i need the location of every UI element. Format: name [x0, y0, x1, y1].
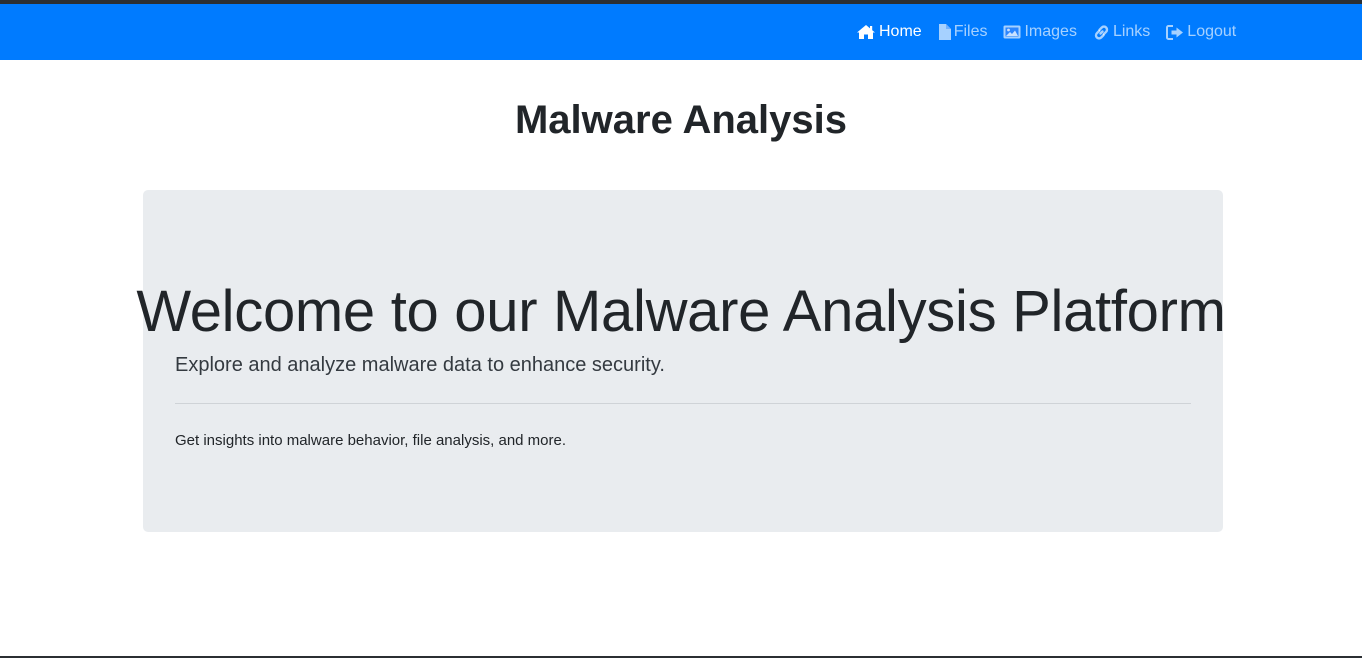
nav-item-files[interactable]: Files	[938, 23, 988, 41]
nav-item-links[interactable]: Links	[1093, 23, 1150, 41]
nav-menu: Home Files Images Links Logout	[856, 4, 1252, 60]
logout-icon	[1166, 24, 1184, 40]
jumbotron-text: Get insights into malware behavior, file…	[175, 432, 567, 449]
file-icon	[938, 24, 951, 40]
home-icon	[856, 24, 876, 40]
nav-item-home[interactable]: Home	[856, 23, 922, 41]
nav-item-label: Images	[1024, 23, 1077, 40]
link-icon	[1093, 24, 1110, 41]
nav-item-label: Home	[879, 23, 922, 40]
jumbotron-lead: Explore and analyze malware data to enha…	[175, 354, 665, 376]
jumbotron-divider	[175, 403, 1191, 404]
nav-item-label: Links	[1112, 23, 1151, 40]
nav-item-logout[interactable]: Logout	[1166, 23, 1236, 41]
nav-item-label: Logout	[1187, 23, 1237, 40]
nav-item-images[interactable]: Images	[1003, 23, 1077, 41]
image-icon	[1003, 25, 1021, 39]
navbar: Home Files Images Links Logout	[0, 4, 1362, 60]
page-title: Malware Analysis	[514, 98, 847, 142]
nav-item-label: Files	[953, 23, 988, 40]
jumbotron-heading: Welcome to our Malware Analysis Platform	[136, 279, 1226, 344]
